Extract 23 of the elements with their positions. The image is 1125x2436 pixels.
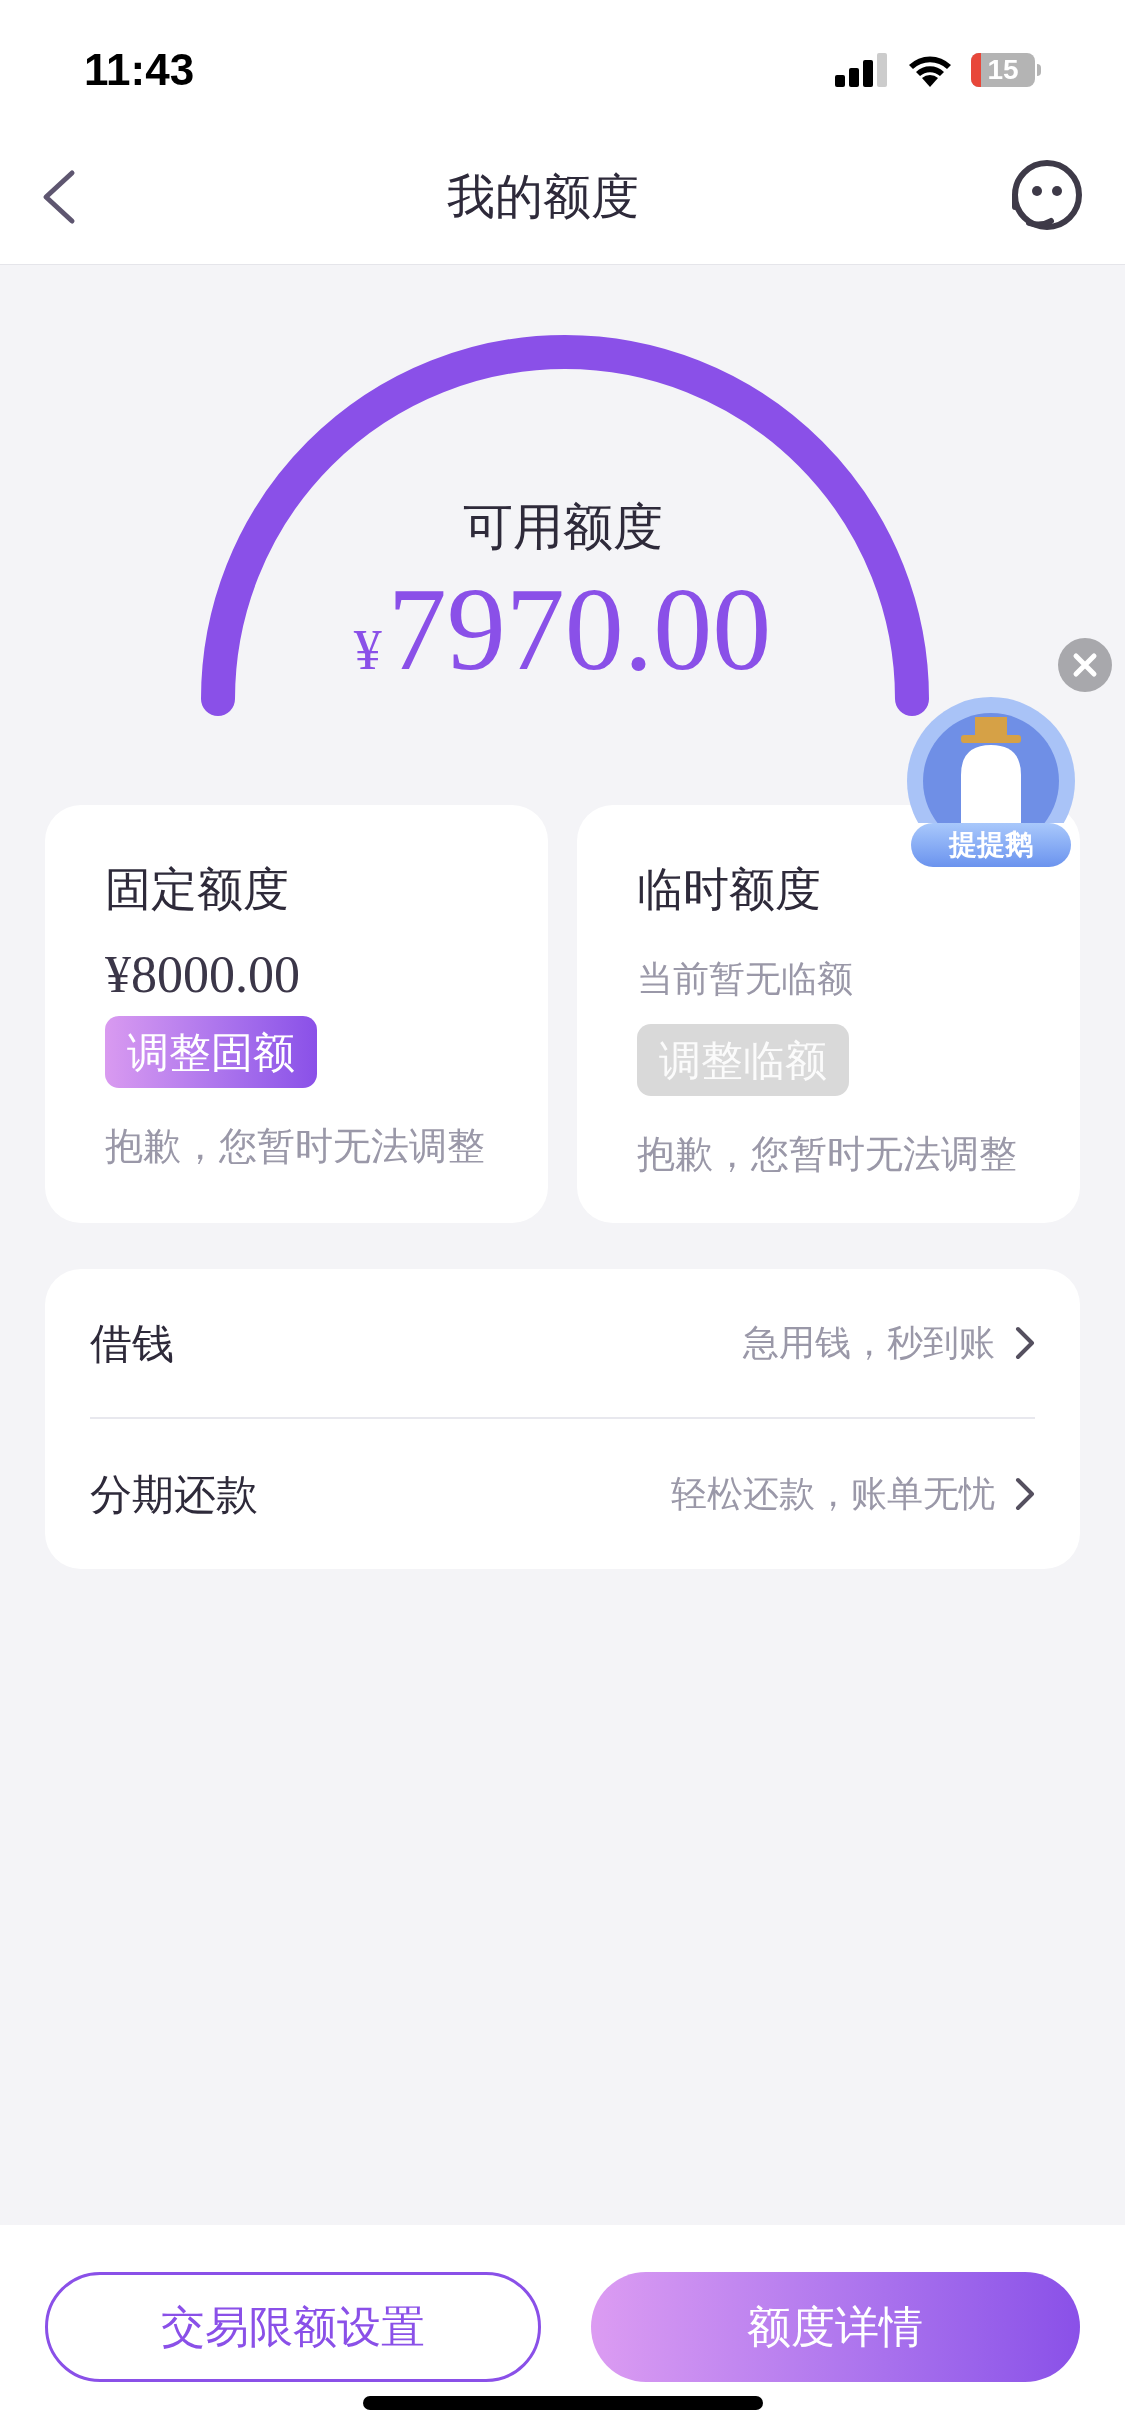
chevron-right-icon[interactable]: [1015, 1326, 1035, 1360]
card-note: 抱歉，您暂时无法调整: [637, 1132, 1017, 1177]
bottom-button[interactable]: 交易限额设置: [45, 2272, 541, 2382]
chevron-right-icon[interactable]: [1015, 1477, 1035, 1511]
card-title: 临时额度: [637, 862, 821, 917]
menu-item-label[interactable]: 借钱: [90, 1311, 174, 1375]
available-amount: 7970.00: [387, 565, 772, 695]
adjust-button[interactable]: 调整固额: [105, 1016, 317, 1089]
status-time: 11:43: [84, 44, 195, 96]
gauge-label: 可用额度: [462, 498, 663, 557]
card-note: 抱歉，您暂时无法调整: [105, 1124, 485, 1170]
quota-amount: ¥8000.00: [105, 945, 300, 1005]
quota-status: 当前暂无临额: [637, 957, 853, 1001]
mascot-label: 提提鹅: [911, 823, 1071, 867]
signal-icon: [835, 53, 889, 87]
menu-item-hint: 急用钱，秒到账: [743, 1321, 995, 1365]
page-title: 我的额度: [446, 169, 639, 225]
bottom-button[interactable]: 额度详情: [590, 2272, 1080, 2382]
menu-item-label[interactable]: 分期还款: [90, 1462, 258, 1526]
menu-item-hint: 轻松还款，账单无忧: [671, 1472, 995, 1516]
card-title: 固定额度: [105, 862, 289, 917]
currency-symbol: ¥: [353, 618, 382, 683]
wifi-icon: [907, 53, 953, 87]
